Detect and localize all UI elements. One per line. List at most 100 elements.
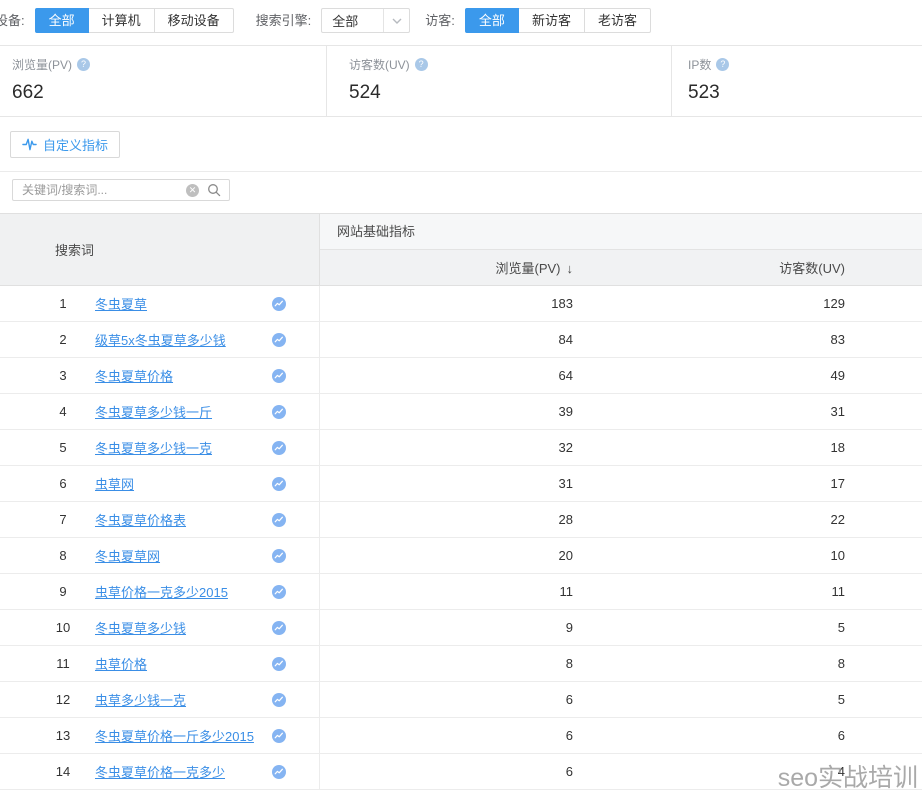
keyword-link[interactable]: 冬虫夏草多少钱 <box>95 618 186 637</box>
row-uv: 22 <box>590 502 862 537</box>
keyword-link[interactable]: 冬虫夏草 <box>95 294 147 313</box>
table-header: 搜索词 网站基础指标 浏览量(PV)↓ 访客数(UV) <box>0 214 922 286</box>
trend-icon[interactable] <box>272 297 286 311</box>
trend-icon[interactable] <box>272 729 286 743</box>
keyword-link[interactable]: 冬虫夏草多少钱一克 <box>95 438 212 457</box>
row-rank: 10 <box>48 620 78 635</box>
keyword-link[interactable]: 级草5x冬虫夏草多少钱 <box>95 330 226 349</box>
trend-icon[interactable] <box>272 549 286 563</box>
column-header-uv[interactable]: 访客数(UV) <box>590 258 862 277</box>
trend-icon[interactable] <box>272 333 286 347</box>
row-pv: 20 <box>320 538 590 573</box>
device-option-all[interactable]: 全部 <box>35 8 89 33</box>
chevron-down-icon <box>383 9 409 32</box>
table-body: 1 冬虫夏草 183 129 2 级草5x冬虫夏草多少钱 84 83 3 冬虫夏… <box>0 286 922 790</box>
trend-icon[interactable] <box>272 405 286 419</box>
row-pv: 28 <box>320 502 590 537</box>
search-input[interactable] <box>13 183 186 197</box>
toolbar: 自定义指标 <box>0 117 922 172</box>
help-icon[interactable]: ? <box>716 58 729 71</box>
stat-uv-label: 访客数(UV) <box>349 56 410 73</box>
keyword-link[interactable]: 虫草多少钱一克 <box>95 690 186 709</box>
filter-bar: 设备: 全部 计算机 移动设备 搜索引擎: 全部 访客: 全部 新访客 老访客 <box>0 0 922 45</box>
keyword-link[interactable]: 冬虫夏草价格 <box>95 366 173 385</box>
row-uv: 5 <box>590 610 862 645</box>
stat-uv-value: 524 <box>349 82 671 104</box>
keyword-link[interactable]: 冬虫夏草价格一克多少 <box>95 762 225 781</box>
row-rank: 13 <box>48 728 78 743</box>
row-pv: 6 <box>320 682 590 717</box>
row-rank: 1 <box>48 296 78 311</box>
custom-metric-button[interactable]: 自定义指标 <box>10 131 120 158</box>
row-pv: 6 <box>320 718 590 753</box>
trend-icon[interactable] <box>272 477 286 491</box>
help-icon[interactable]: ? <box>415 58 428 71</box>
keyword-link[interactable]: 虫草网 <box>95 474 134 493</box>
visitor-option-all[interactable]: 全部 <box>465 8 519 33</box>
table-row: 9 虫草价格一克多少2015 11 11 <box>0 574 922 610</box>
pulse-icon <box>22 137 37 152</box>
row-rank: 8 <box>48 548 78 563</box>
row-rank: 6 <box>48 476 78 491</box>
stats-row: 浏览量(PV) ? 662 访客数(UV) ? 524 IP数 ? 523 <box>0 45 922 117</box>
trend-icon[interactable] <box>272 369 286 383</box>
keyword-link[interactable]: 冬虫夏草价格一斤多少2015 <box>95 726 254 745</box>
trend-icon[interactable] <box>272 513 286 527</box>
stat-ip-label: IP数 <box>688 56 711 73</box>
visitor-filter-group: 全部 新访客 老访客 <box>465 8 651 33</box>
column-header-pv[interactable]: 浏览量(PV)↓ <box>320 258 590 277</box>
row-rank: 12 <box>48 692 78 707</box>
row-uv: 17 <box>590 466 862 501</box>
keyword-link[interactable]: 冬虫夏草价格表 <box>95 510 186 529</box>
group-header-site-metrics: 网站基础指标 <box>320 214 922 250</box>
table-row: 10 冬虫夏草多少钱 9 5 <box>0 610 922 646</box>
row-pv: 8 <box>320 646 590 681</box>
visitor-option-returning[interactable]: 老访客 <box>584 8 651 33</box>
table-row: 6 虫草网 31 17 <box>0 466 922 502</box>
trend-icon[interactable] <box>272 693 286 707</box>
search-engine-select[interactable]: 全部 <box>321 8 410 33</box>
row-uv: 10 <box>590 538 862 573</box>
stat-ip-value: 523 <box>688 82 922 104</box>
keyword-link[interactable]: 虫草价格一克多少2015 <box>95 582 228 601</box>
row-uv: 5 <box>590 682 862 717</box>
row-rank: 2 <box>48 332 78 347</box>
visitor-filter-label: 访客: <box>425 8 455 33</box>
table-row: 13 冬虫夏草价格一斤多少2015 6 6 <box>0 718 922 754</box>
keyword-link[interactable]: 冬虫夏草多少钱一斤 <box>95 402 212 421</box>
clear-icon[interactable]: ✕ <box>186 184 199 197</box>
row-uv: 6 <box>590 718 862 753</box>
table-row: 5 冬虫夏草多少钱一克 32 18 <box>0 430 922 466</box>
trend-icon[interactable] <box>272 657 286 671</box>
row-pv: 6 <box>320 754 590 789</box>
table-row: 14 冬虫夏草价格一克多少 6 4 <box>0 754 922 790</box>
device-option-computer[interactable]: 计算机 <box>88 8 155 33</box>
keyword-link[interactable]: 冬虫夏草网 <box>95 546 160 565</box>
row-rank: 5 <box>48 440 78 455</box>
visitor-option-new[interactable]: 新访客 <box>518 8 585 33</box>
trend-icon[interactable] <box>272 585 286 599</box>
table-row: 12 虫草多少钱一克 6 5 <box>0 682 922 718</box>
row-rank: 9 <box>48 584 78 599</box>
table-row: 11 虫草价格 8 8 <box>0 646 922 682</box>
search-icon[interactable] <box>207 183 221 197</box>
device-option-mobile[interactable]: 移动设备 <box>154 8 234 33</box>
trend-icon[interactable] <box>272 441 286 455</box>
trend-icon[interactable] <box>272 765 286 779</box>
search-box: ✕ <box>12 179 230 201</box>
row-uv: 49 <box>590 358 862 393</box>
row-pv: 31 <box>320 466 590 501</box>
stat-pv-value: 662 <box>12 82 326 104</box>
row-pv: 32 <box>320 430 590 465</box>
table-row: 7 冬虫夏草价格表 28 22 <box>0 502 922 538</box>
table-row: 3 冬虫夏草价格 64 49 <box>0 358 922 394</box>
device-filter-label: 设备: <box>0 8 25 33</box>
keyword-link[interactable]: 虫草价格 <box>95 654 147 673</box>
row-pv: 39 <box>320 394 590 429</box>
trend-icon[interactable] <box>272 621 286 635</box>
table-row: 1 冬虫夏草 183 129 <box>0 286 922 322</box>
search-area: ✕ <box>0 172 922 213</box>
help-icon[interactable]: ? <box>77 58 90 71</box>
table-row: 2 级草5x冬虫夏草多少钱 84 83 <box>0 322 922 358</box>
custom-metric-label: 自定义指标 <box>43 135 108 154</box>
